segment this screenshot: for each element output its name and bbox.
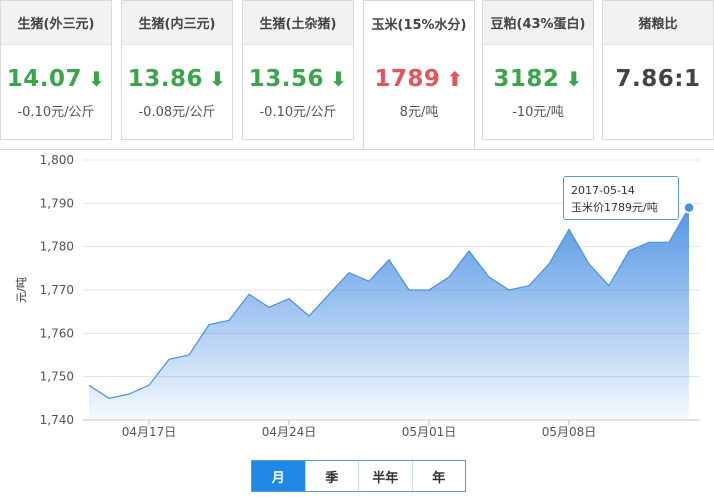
y-tick-label: 1,780 — [40, 240, 74, 254]
range-tabs: 月 季 半年 年 — [251, 460, 466, 492]
tooltip-date: 2017-05-14 — [571, 184, 635, 197]
y-tick-label: 1,740 — [40, 413, 74, 427]
tab-half-year[interactable]: 半年 — [359, 461, 413, 491]
y-tick-label: 1,760 — [40, 326, 74, 340]
x-tick-label: 05月08日 — [542, 425, 597, 439]
y-tick-label: 1,750 — [40, 370, 74, 384]
tab-month[interactable]: 月 — [252, 461, 306, 491]
tooltip-value: 玉米价1789元/吨 — [571, 201, 658, 214]
tab-year[interactable]: 年 — [413, 461, 466, 491]
y-tick-label: 1,790 — [40, 196, 74, 210]
tab-quarter[interactable]: 季 — [306, 461, 359, 491]
y-tick-label: 1,770 — [40, 283, 74, 297]
price-chart[interactable]: 1,740 1,750 1,760 1,770 1,780 1,790 1,800 04月1… — [0, 0, 714, 501]
y-axis-label: 元/吨 — [15, 277, 28, 303]
x-tick-label: 04月17日 — [122, 425, 177, 439]
series-area — [89, 207, 689, 420]
chart-tooltip: 2017-05-14 玉米价1789元/吨 — [563, 176, 679, 220]
x-tick-label: 04月24日 — [262, 425, 317, 439]
data-point[interactable] — [683, 201, 695, 214]
y-tick-label: 1,800 — [40, 153, 74, 167]
x-tick-label: 05月01日 — [402, 425, 457, 439]
